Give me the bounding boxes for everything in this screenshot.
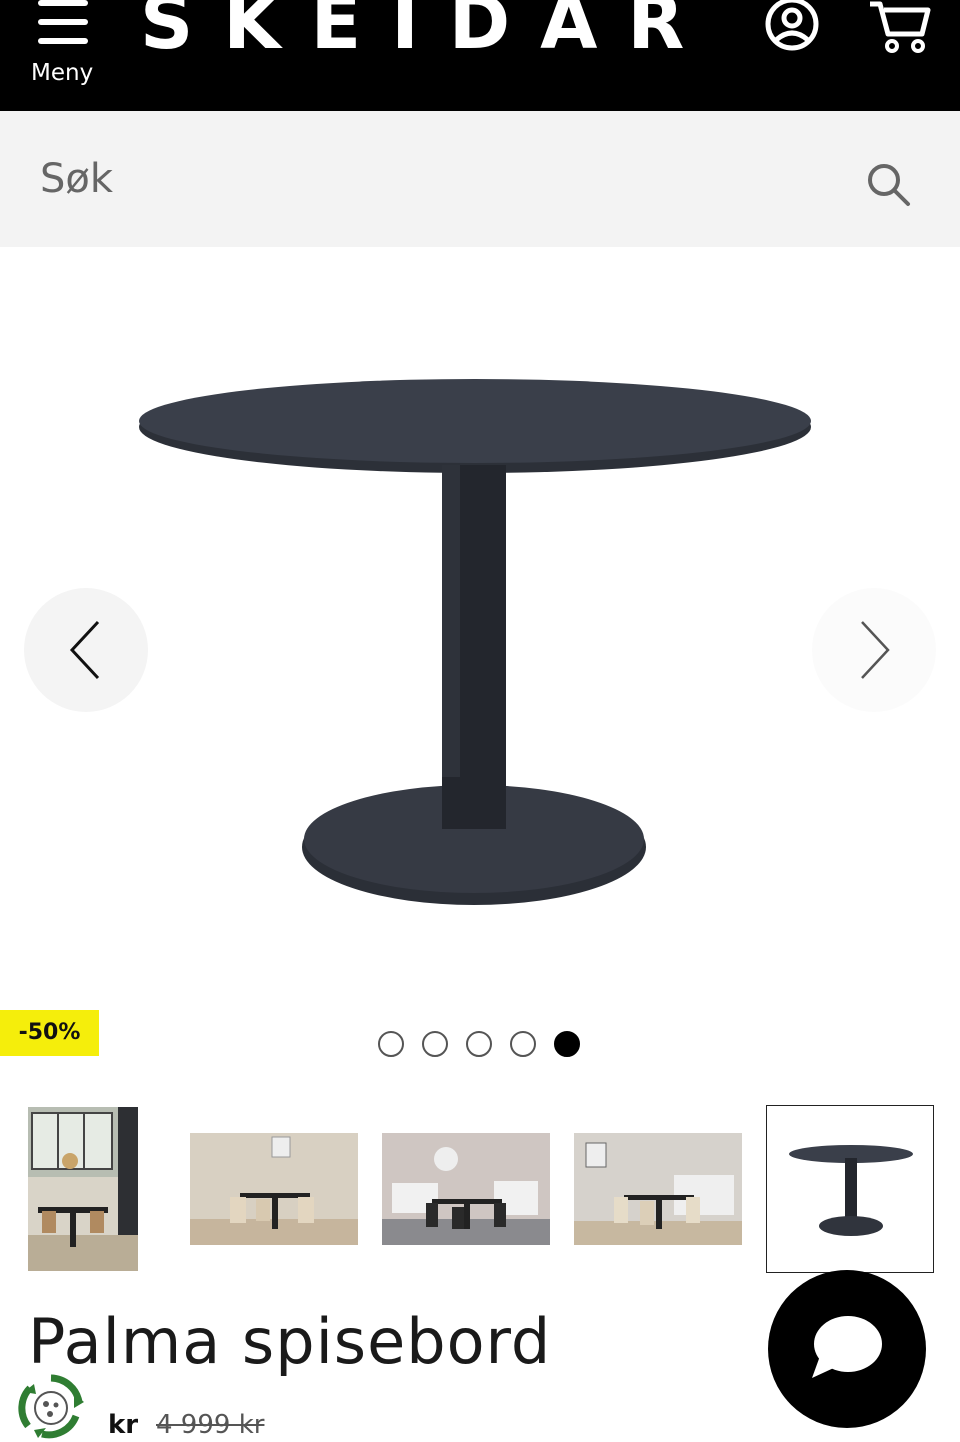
slide-indicator	[378, 1031, 580, 1057]
thumbnail-image	[190, 1133, 358, 1245]
slide-dot[interactable]	[422, 1031, 448, 1057]
thumbnail[interactable]	[0, 1105, 168, 1273]
thumbnail-image	[574, 1133, 742, 1245]
thumbnail-selected[interactable]	[766, 1105, 934, 1273]
previous-image-button[interactable]	[24, 588, 148, 712]
thumbnail[interactable]	[574, 1105, 742, 1273]
chat-button[interactable]	[768, 1270, 926, 1428]
thumbnail-image	[382, 1133, 550, 1245]
eco-label-icon	[18, 1374, 84, 1439]
menu-button[interactable]: Meny	[28, 0, 98, 100]
product-title: Palma spisebord	[28, 1305, 552, 1378]
thumbnail-strip	[0, 1105, 960, 1273]
cart-icon	[870, 1, 931, 53]
product-image	[139, 379, 811, 905]
search-input[interactable]	[30, 141, 850, 217]
search-bar	[0, 111, 960, 247]
thumbnail-image	[789, 1145, 913, 1236]
thumbnail-image	[28, 1107, 138, 1271]
chevron-right-icon	[861, 621, 890, 679]
next-image-button[interactable]	[812, 588, 936, 712]
thumbnail[interactable]	[382, 1105, 550, 1273]
hamburger-icon-bar	[38, 19, 88, 25]
slide-dot[interactable]	[466, 1031, 492, 1057]
price-currency: kr	[108, 1410, 139, 1440]
hamburger-icon	[38, 0, 88, 6]
slide-dot[interactable]	[510, 1031, 536, 1057]
chevron-left-icon	[69, 620, 100, 680]
user-icon	[765, 0, 819, 51]
thumbnail[interactable]	[190, 1105, 358, 1273]
site-logo[interactable]: SKEIDAR	[140, 0, 714, 60]
cart-button[interactable]	[866, 0, 936, 56]
chat-bubble-icon	[812, 1316, 882, 1378]
old-price: 4 999 kr	[156, 1410, 265, 1440]
slide-dot-active[interactable]	[554, 1031, 580, 1057]
search-icon[interactable]	[864, 160, 912, 208]
product-gallery	[0, 247, 960, 1067]
top-header: Meny SKEIDAR	[0, 0, 960, 111]
hamburger-icon-bar	[38, 38, 88, 44]
account-button[interactable]	[764, 0, 820, 52]
menu-label: Meny	[31, 60, 94, 86]
discount-badge: -50%	[0, 1010, 99, 1056]
slide-dot[interactable]	[378, 1031, 404, 1057]
